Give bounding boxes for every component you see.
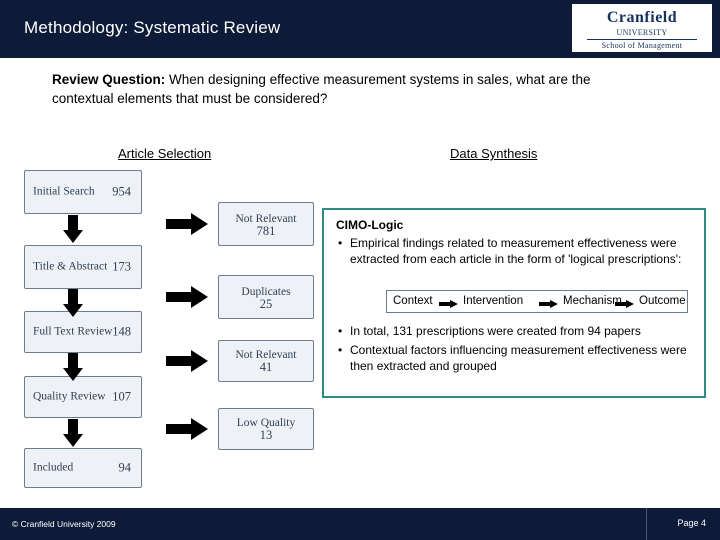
review-question-label: Review Question: [52, 72, 166, 87]
flow-stage-title-abstract: Title & Abstract 173 [24, 245, 142, 289]
synthesis-bullet-1-text: Empirical findings related to measuremen… [350, 236, 682, 266]
cimo-chain-box: Context Intervention Mechanism Outcome [386, 290, 688, 313]
exclusion-box-not-relevant-2: Not Relevant 41 [218, 340, 314, 382]
flow-stage-label: Initial Search [33, 185, 95, 198]
arrow-down-icon [63, 353, 83, 381]
flow-stage-count: 94 [118, 460, 132, 475]
arrow-right-icon [539, 300, 559, 308]
arrow-down-icon [63, 215, 83, 243]
review-question: Review Question: When designing effectiv… [52, 70, 652, 108]
flow-stage-count: 954 [112, 184, 131, 199]
cranfield-logo: Cranfield UNIVERSITY School of Managemen… [572, 4, 712, 52]
flow-stage-label: Full Text Review [33, 325, 113, 338]
arrow-right-icon [166, 213, 208, 235]
arrow-right-icon [615, 300, 635, 308]
logo-name: Cranfield [606, 9, 678, 26]
cimo-logic-heading: CIMO-Logic [336, 218, 404, 232]
logo-divider [587, 39, 697, 40]
flow-stage-full-text-review: Full Text Review 148 [24, 311, 142, 353]
cimo-intervention-label: Intervention [463, 295, 524, 307]
data-synthesis-panel: CIMO-Logic • Empirical findings related … [322, 208, 706, 398]
flow-stage-label: Title & Abstract [33, 260, 108, 273]
flow-stage-label: Included [33, 461, 74, 474]
footer-copyright: © Cranfield University 2009 [12, 519, 116, 529]
flow-stage-initial-search: Initial Search 954 [24, 170, 142, 214]
flow-stage-count: 107 [112, 389, 131, 404]
exclusion-count: 25 [259, 297, 273, 311]
arrow-right-icon [439, 300, 459, 308]
arrow-down-icon [63, 419, 83, 447]
bullet-icon: • [338, 343, 343, 357]
slide-footer: © Cranfield University 2009 Page 4 [0, 508, 720, 540]
arrow-right-icon [166, 350, 208, 372]
logo-university-label: UNIVERSITY [616, 28, 668, 37]
flow-stage-label: Quality Review [33, 390, 106, 403]
exclusion-box-duplicates: Duplicates 25 [218, 275, 314, 319]
footer-page-number: Page 4 [677, 518, 706, 528]
exclusion-box-low-quality: Low Quality 13 [218, 408, 314, 450]
cimo-context-label: Context [393, 295, 433, 307]
flow-stage-included: Included 94 [24, 448, 142, 488]
bullet-icon: • [338, 236, 343, 250]
exclusion-count: 41 [259, 360, 273, 374]
logo-school-label: School of Management [601, 41, 683, 50]
exclusion-count: 781 [256, 224, 276, 238]
arrow-right-icon [166, 418, 208, 440]
exclusion-box-not-relevant-1: Not Relevant 781 [218, 202, 314, 246]
synthesis-bullet-2: • In total, 131 prescriptions were creat… [338, 323, 700, 339]
section-title-article-selection: Article Selection [118, 146, 212, 161]
section-title-data-synthesis: Data Synthesis [450, 146, 538, 161]
flow-stage-quality-review: Quality Review 107 [24, 376, 142, 418]
synthesis-bullet-1: • Empirical findings related to measurem… [338, 235, 700, 267]
synthesis-bullet-3-text: Contextual factors influencing measureme… [350, 343, 687, 373]
slide-header: Methodology: Systematic Review Cranfield… [0, 0, 720, 58]
exclusion-count: 13 [259, 428, 273, 442]
synthesis-bullet-3: • Contextual factors influencing measure… [338, 342, 700, 374]
footer-divider [646, 508, 647, 540]
flow-stage-count: 148 [112, 324, 131, 339]
page-title: Methodology: Systematic Review [24, 18, 281, 37]
arrow-right-icon [166, 286, 208, 308]
cimo-outcome-label: Outcome [639, 295, 686, 307]
arrow-down-icon [63, 289, 83, 317]
bullet-icon: • [338, 324, 343, 338]
flow-stage-count: 173 [112, 259, 131, 274]
cimo-mechanism-label: Mechanism [563, 295, 622, 307]
synthesis-bullet-2-text: In total, 131 prescriptions were created… [350, 324, 641, 338]
